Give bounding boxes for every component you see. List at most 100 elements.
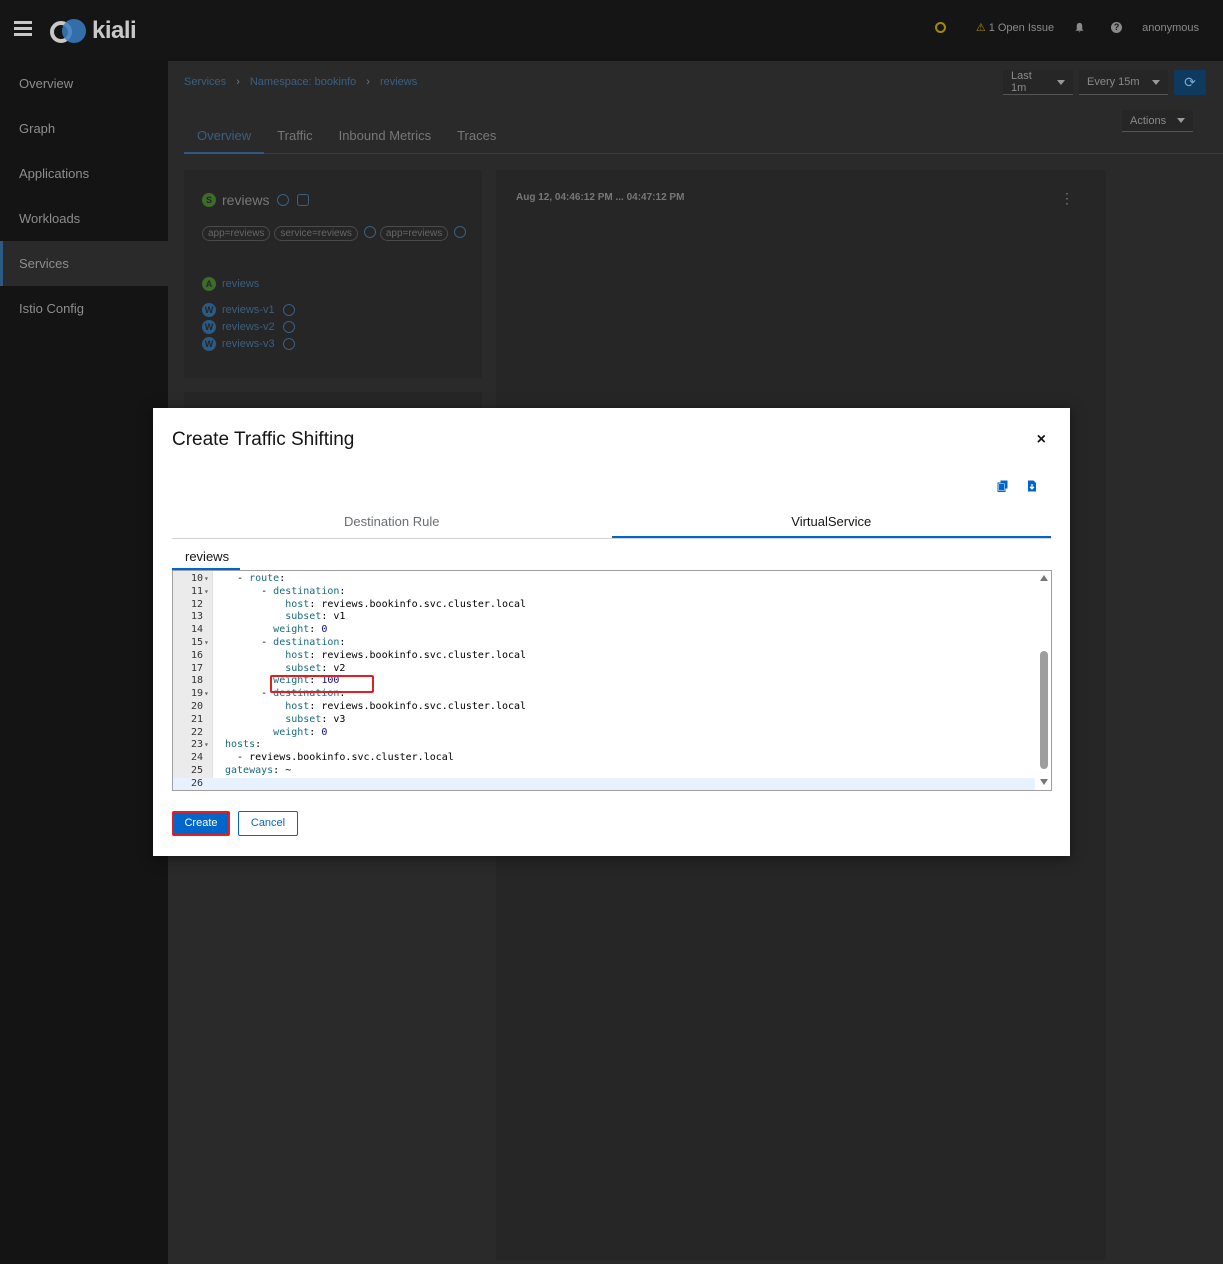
yaml-value: v1 [333,611,346,623]
code-line[interactable]: 16 host: reviews.bookinfo.svc.cluster.lo… [173,650,1035,663]
create-button[interactable]: Create [172,811,230,836]
yaml-key: host [285,598,310,610]
fold-toggle-icon[interactable]: ▾ [204,739,209,752]
sidebar: Overview Graph Applications Workloads Se… [0,61,168,1264]
workload-link-v1[interactable]: W reviews-v1 [202,303,295,317]
workload-name: reviews-v3 [222,338,275,350]
kebab-menu-icon[interactable]: ⋮ [1060,190,1074,207]
line-number: 24 [190,752,203,764]
duration-select[interactable]: Last 1m [1003,70,1073,95]
info-icon[interactable] [277,194,290,206]
refresh-interval-select[interactable]: Every 15m [1079,70,1168,95]
fold-toggle-icon[interactable]: ▾ [204,586,209,599]
sidebar-item-graph[interactable]: Graph [0,106,168,151]
tab-virtualservice[interactable]: VirtualService [611,505,1051,538]
fold-toggle-icon[interactable]: ▾ [204,688,209,701]
help-icon[interactable] [297,194,310,206]
breadcrumb-services[interactable]: Services [184,76,226,88]
code-line[interactable]: 12 host: reviews.bookinfo.svc.cluster.lo… [173,599,1035,612]
kiali-logo[interactable]: kiali [50,17,137,45]
code-line[interactable]: 13 subset: v1 [173,611,1035,624]
service-name: reviews [222,192,270,208]
yaml-value: v2 [333,662,346,674]
editor-scrollbar[interactable] [1040,651,1048,769]
yaml-separator: : [255,739,262,751]
code-line[interactable]: 15 ▾ - destination: [173,637,1035,650]
code-line[interactable]: 25 gateways: ~ [173,765,1035,778]
code-text: host: reviews.bookinfo.svc.cluster.local [225,650,526,663]
code-line[interactable]: 10 ▾ - route: [173,573,1035,586]
istio-status-icon[interactable] [934,22,946,33]
breadcrumb-namespace[interactable]: Namespace: bookinfo [250,76,356,88]
workload-link-v3[interactable]: W reviews-v3 [202,337,295,351]
code-indent: - [225,636,274,648]
line-number: 22 [190,726,203,738]
breadcrumb-current[interactable]: reviews [380,76,417,88]
code-line[interactable]: 22 weight: 0 [173,727,1035,740]
tab-traces[interactable]: Traces [444,124,509,154]
yaml-key: subset [285,713,322,725]
tab-traffic[interactable]: Traffic [264,124,325,154]
code-line[interactable]: 21 subset: v3 [173,714,1035,727]
line-number: 12 [190,598,203,610]
info-icon[interactable] [282,338,295,350]
scroll-down-icon[interactable] [1040,779,1048,785]
info-icon[interactable] [282,304,295,316]
breadcrumb: Services › Namespace: bookinfo › reviews [184,76,417,88]
labels-list: app=reviews service=reviews app=reviews [202,226,472,241]
line-number: 20 [190,700,203,712]
close-icon[interactable]: × [1037,431,1046,449]
time-controls: Last 1m Every 15m ⟳ [1003,70,1206,95]
app-link[interactable]: A reviews [202,277,259,291]
code-text: subset: v2 [225,663,345,676]
line-number: 11 [190,585,203,597]
label-chip: app=reviews [202,226,271,241]
info-icon[interactable] [363,226,376,238]
scroll-up-icon[interactable] [1040,575,1048,581]
cancel-button[interactable]: Cancel [238,811,298,836]
help-icon[interactable]: ? [1111,22,1123,33]
bell-icon[interactable] [1074,22,1085,33]
graph-date-range: Aug 12, 04:46:12 PM ... 04:47:12 PM [516,192,685,203]
workload-link-v2[interactable]: W reviews-v2 [202,320,295,334]
code-line[interactable]: 14 weight: 0 [173,624,1035,637]
tab-overview[interactable]: Overview [184,124,265,154]
user-menu[interactable]: anonymous [1142,22,1199,34]
code-text: - route: [225,573,285,586]
copy-icon[interactable] [997,480,1009,492]
caret-down-icon [1057,79,1065,85]
breadcrumb-separator: › [236,76,240,88]
code-line[interactable]: 24 - reviews.bookinfo.svc.cluster.local [173,752,1035,765]
info-icon[interactable] [454,226,467,238]
code-line[interactable]: 23 ▾ hosts: [173,739,1035,752]
hamburger-menu-icon[interactable] [14,21,32,37]
code-line[interactable]: 20 host: reviews.bookinfo.svc.cluster.lo… [173,701,1035,714]
code-line[interactable]: 17 subset: v2 [173,663,1035,676]
sidebar-item-services[interactable]: Services [0,241,168,286]
code-text: - destination: [225,586,345,599]
sidebar-item-applications[interactable]: Applications [0,151,168,196]
yaml-value: reviews.bookinfo.svc.cluster.local [321,700,527,712]
code-text: subset: v1 [225,611,345,624]
info-icon[interactable] [282,321,295,333]
code-line[interactable]: 26 [173,777,1035,790]
fold-toggle-icon[interactable]: ▾ [204,573,209,586]
open-issues[interactable]: ⚠ 1 Open Issue [976,21,1054,35]
code-line[interactable]: 11 ▾ - destination: [173,586,1035,599]
sidebar-item-workloads[interactable]: Workloads [0,196,168,241]
yaml-separator: : [309,649,322,661]
fold-toggle-icon[interactable]: ▾ [204,637,209,650]
download-icon[interactable] [1026,480,1038,492]
sidebar-item-istio-config[interactable]: Istio Config [0,286,168,331]
sidebar-item-overview[interactable]: Overview [0,61,168,106]
yaml-number: 0 [321,624,328,636]
yaml-separator: : [309,598,322,610]
line-number: 25 [190,764,203,776]
code-indent: - [225,752,250,764]
tab-inbound-metrics[interactable]: Inbound Metrics [326,124,445,154]
tab-reviews[interactable]: reviews [172,546,240,571]
tab-destination-rule[interactable]: Destination Rule [172,505,612,538]
refresh-button[interactable]: ⟳ [1174,70,1206,95]
